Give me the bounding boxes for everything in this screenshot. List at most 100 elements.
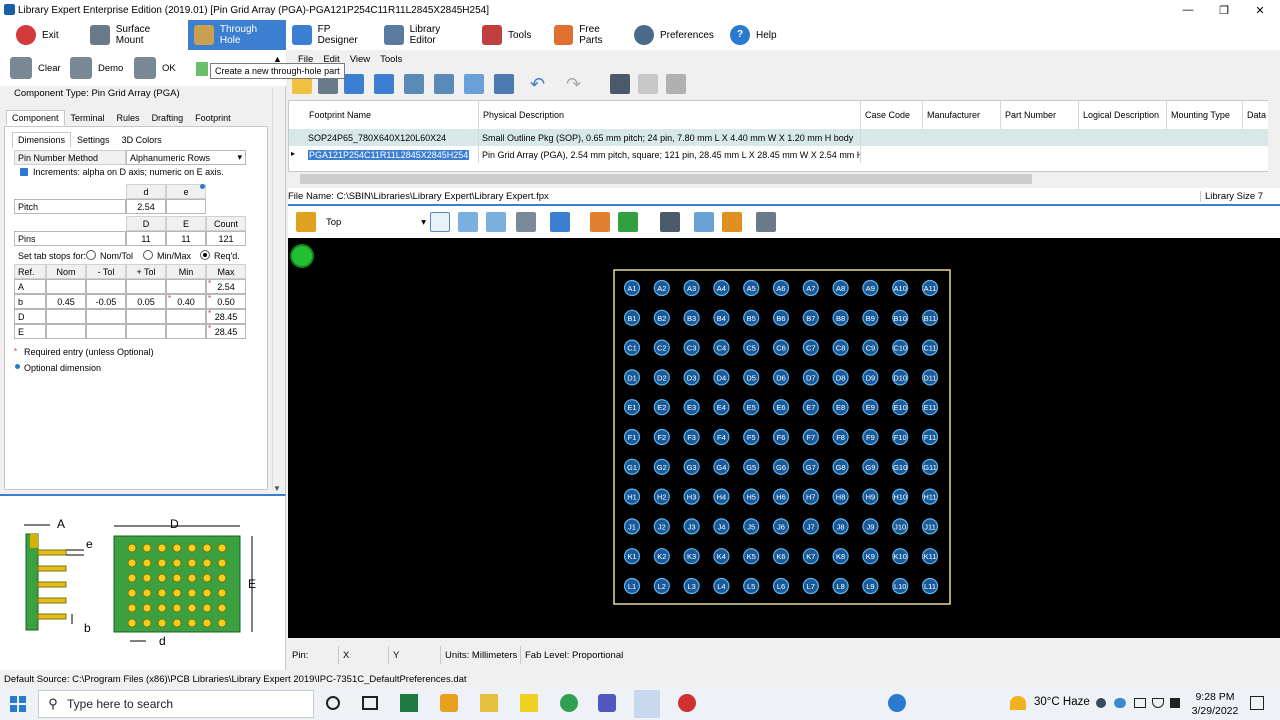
demo-button[interactable]: Demo [70,56,123,80]
layer-up-icon[interactable] [550,212,570,232]
new-part-icon[interactable] [196,62,208,76]
preferences-button[interactable]: Preferences [628,20,720,50]
minimize-icon[interactable]: — [1170,0,1206,20]
table-hscrollbar[interactable] [288,172,1270,186]
clear-button[interactable]: Clear [10,56,61,80]
tab-component[interactable]: Component [6,110,65,126]
col-mounting-type[interactable]: Mounting Type [1167,101,1243,129]
dim-a-plus-tol[interactable] [126,279,166,294]
menu-view[interactable]: View [350,54,370,65]
menu-tools[interactable]: Tools [380,54,402,65]
shapes-icon[interactable] [618,212,638,232]
teams-icon[interactable] [598,694,616,712]
close-icon[interactable]: ✕ [1242,0,1278,20]
volume-icon[interactable] [1170,698,1180,708]
dim-d-min[interactable] [166,309,206,324]
tab-settings[interactable]: Settings [71,132,116,148]
zoom-fit-icon[interactable] [486,212,506,232]
help-tray-icon[interactable] [888,694,906,712]
pitch-d-input[interactable]: 2.54 [126,199,166,214]
col-case-code[interactable]: Case Code [861,101,923,129]
wrench-icon[interactable] [666,74,686,94]
tab-terminal[interactable]: Terminal [65,110,111,126]
battery-icon[interactable] [1134,698,1146,708]
clock-time[interactable]: 9:28 PM [1190,691,1240,703]
chrome-icon[interactable] [560,694,578,712]
wrench-icon[interactable] [756,212,776,232]
fp-designer-button[interactable]: FP Designer [286,20,378,50]
help-button[interactable]: ? Help [724,20,784,50]
file-explorer-icon[interactable] [480,694,498,712]
col-data[interactable]: Data [1243,101,1271,129]
ok-button[interactable]: OK [134,56,176,80]
radio-min-max[interactable] [143,250,153,260]
pins-d-input[interactable]: 11 [126,231,166,246]
import-icon[interactable] [374,74,394,94]
undo-icon[interactable]: ↶ [530,74,550,94]
dim-e-max[interactable]: 28.45 [206,324,246,339]
dim-b-minus-tol[interactable]: -0.05 [86,294,126,309]
clock-date[interactable]: 3/29/2022 [1188,705,1242,717]
pins-e-input[interactable]: 11 [166,231,206,246]
radio-reqd[interactable] [200,250,210,260]
redo-icon[interactable]: ↷ [566,74,586,94]
pin-number-method-select[interactable]: Alphanumeric Rows ▾ [126,150,246,165]
layer-select[interactable]: Top ▾ [326,212,426,232]
dim-b-min[interactable]: 0.40 [166,294,206,309]
dim-e-nom[interactable] [46,324,86,339]
exit-button[interactable]: Exit [10,20,70,50]
surface-mount-button[interactable]: Surface Mount [84,20,186,50]
dim-a-max[interactable]: 2.54 [206,279,246,294]
search-icon[interactable] [404,74,424,94]
restore-icon[interactable]: ❐ [1206,0,1242,20]
table-vscrollbar[interactable] [1268,100,1280,172]
dim-d-max[interactable]: 28.45 [206,309,246,324]
dim-b-max[interactable]: 0.50 [206,294,246,309]
dim-e-min[interactable] [166,324,206,339]
dim-a-nom[interactable] [46,279,86,294]
align-icon[interactable] [590,212,610,232]
tab-dimensions[interactable]: Dimensions [12,132,72,148]
excel-icon[interactable] [400,694,418,712]
network-tray-icon[interactable] [1096,698,1106,708]
dim-a-min[interactable] [166,279,206,294]
dim-b-plus-tol[interactable]: 0.05 [126,294,166,309]
library-editor-button[interactable]: Library Editor [378,20,474,50]
document-icon[interactable] [638,74,658,94]
tools-cross-icon[interactable] [722,212,742,232]
dim-e-minus-tol[interactable] [86,324,126,339]
col-physical-description[interactable]: Physical Description [479,101,861,129]
tab-drafting[interactable]: Drafting [146,110,190,126]
zoom-extents-icon[interactable] [458,212,478,232]
pitch-e-input[interactable] [166,199,206,214]
dim-e-plus-tol[interactable] [126,324,166,339]
left-panel-scrollbar[interactable]: ▼ [272,88,284,493]
tab-rules[interactable]: Rules [111,110,146,126]
onedrive-icon[interactable] [1114,698,1126,708]
col-logical-description[interactable]: Logical Description [1079,101,1167,129]
store-icon[interactable] [440,694,458,712]
library-expert-taskbar-icon[interactable] [634,690,660,718]
sticky-notes-icon[interactable] [520,694,538,712]
scroll-thumb[interactable] [300,174,1032,184]
save-as-icon[interactable] [344,74,364,94]
filter-icon[interactable] [464,74,484,94]
through-hole-button[interactable]: Through Hole [188,20,286,50]
task-view-icon[interactable] [362,696,378,710]
dim-b-nom[interactable]: 0.45 [46,294,86,309]
pan-icon[interactable] [516,212,536,232]
layers-icon[interactable] [296,212,316,232]
wifi-icon[interactable] [1152,698,1164,708]
dim-d-nom[interactable] [46,309,86,324]
col-part-number[interactable]: Part Number [1001,101,1079,129]
free-parts-button[interactable]: Free Parts [548,20,630,50]
sort-icon[interactable] [434,74,454,94]
col-manufacturer[interactable]: Manufacturer [923,101,1001,129]
print-icon[interactable] [660,212,680,232]
weather-text[interactable]: 30°C Haze [1034,696,1090,708]
notification-icon[interactable] [1250,696,1264,710]
dim-d-plus-tol[interactable] [126,309,166,324]
footprint-canvas[interactable]: A1 A2 A3 A4 A5 A6 A7 A8 A9 A10 A11 B1 B2 B3 B4 B5 B6 B7 B8… [288,238,1280,638]
cortana-icon[interactable] [326,696,340,710]
radio-nom-tol[interactable] [86,250,96,260]
